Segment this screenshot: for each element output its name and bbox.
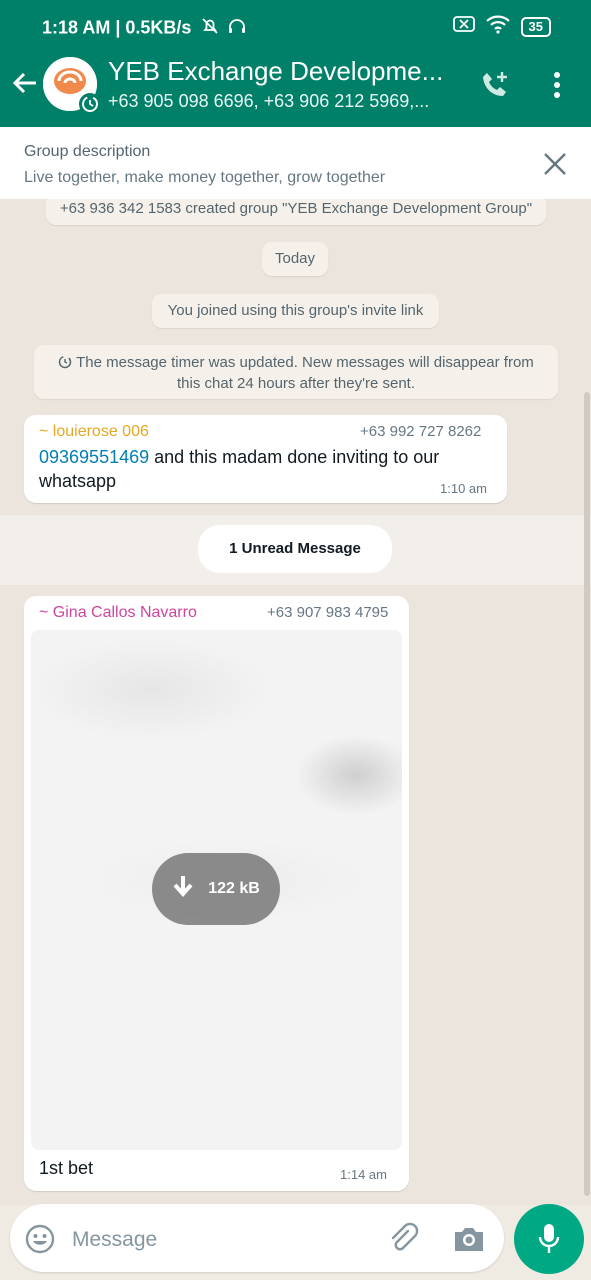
message-bubble[interactable]: ~ louierose 006 +63 992 727 8262 0936955… bbox=[24, 415, 507, 503]
sim-x-icon bbox=[452, 15, 475, 38]
timer-notice-line2: this chat 24 hours after they're sent. bbox=[177, 375, 415, 392]
download-size: 122 kB bbox=[208, 880, 260, 897]
unread-pill: 1 Unread Message bbox=[198, 525, 392, 573]
mic-button[interactable] bbox=[514, 1204, 584, 1274]
bell-off-icon bbox=[200, 16, 220, 41]
battery-icon: 35 bbox=[520, 16, 551, 37]
image-caption: 1st bet bbox=[39, 1158, 94, 1178]
created-notice-text: +63 936 342 1583 created group "YEB Exch… bbox=[59, 200, 533, 217]
message-phone: +63 992 727 8262 bbox=[360, 423, 482, 440]
image-message-bubble[interactable]: ~ Gina Callos Navarro +63 907 983 4795 1… bbox=[24, 596, 409, 1191]
headphones-icon bbox=[227, 16, 247, 41]
back-arrow-icon[interactable] bbox=[10, 68, 40, 98]
camera-icon[interactable] bbox=[452, 1224, 486, 1254]
message-phone: +63 907 983 4795 bbox=[267, 604, 389, 621]
status-time-text: 1:18 AM | 0.5KB/s bbox=[42, 17, 192, 38]
avatar[interactable] bbox=[43, 57, 101, 115]
chat-subtitle[interactable]: +63 905 098 6696, +63 906 212 5969,... bbox=[108, 91, 453, 112]
attach-icon[interactable] bbox=[386, 1222, 420, 1256]
message-time: 1:10 am bbox=[440, 481, 487, 496]
date-chip-text: Today bbox=[274, 250, 316, 267]
chat-area[interactable]: +63 936 342 1583 created group "YEB Exch… bbox=[0, 199, 591, 1205]
message-text: 09369551469 and this madam done inviting… bbox=[39, 445, 494, 493]
message-input[interactable] bbox=[70, 1224, 374, 1256]
emoji-icon[interactable] bbox=[24, 1223, 56, 1255]
download-icon bbox=[172, 874, 194, 905]
joined-notice-text: You joined using this group's invite lin… bbox=[167, 302, 424, 319]
image-thumbnail[interactable]: 122 kB bbox=[31, 630, 402, 1150]
timer-notice-line1: The message timer was updated. New messa… bbox=[76, 354, 534, 371]
joined-notice: You joined using this group's invite lin… bbox=[152, 294, 439, 328]
chat-header: 1:18 AM | 0.5KB/s 35 YEB Exchange Develo… bbox=[0, 0, 591, 127]
message-sender[interactable]: ~ louierose 006 bbox=[39, 423, 149, 441]
close-icon[interactable] bbox=[541, 150, 569, 178]
date-chip: Today bbox=[262, 242, 328, 276]
created-notice: +63 936 342 1583 created group "YEB Exch… bbox=[46, 199, 546, 225]
wifi-icon bbox=[485, 14, 511, 39]
group-description-banner[interactable]: Group description Live together, make mo… bbox=[0, 127, 591, 199]
status-bar: 1:18 AM | 0.5KB/s 35 bbox=[0, 0, 591, 54]
download-button[interactable]: 122 kB bbox=[152, 853, 280, 925]
disappearing-timer-badge bbox=[79, 93, 101, 115]
message-sender[interactable]: ~ Gina Callos Navarro bbox=[39, 604, 197, 622]
scrollbar[interactable] bbox=[584, 392, 590, 1196]
description-text: Live together, make money together, grow… bbox=[24, 169, 386, 186]
timer-icon bbox=[58, 355, 72, 374]
phone-link[interactable]: 09369551469 bbox=[39, 447, 149, 467]
chat-title[interactable]: YEB Exchange Developme... bbox=[108, 56, 453, 87]
unread-label: 1 Unread Message bbox=[229, 540, 361, 557]
status-time: 1:18 AM | 0.5KB/s bbox=[42, 16, 247, 41]
mic-icon bbox=[537, 1222, 561, 1261]
description-label: Group description bbox=[24, 143, 151, 160]
timer-notice: The message timer was updated. New messa… bbox=[34, 345, 558, 399]
message-composer bbox=[10, 1204, 504, 1272]
add-call-icon[interactable] bbox=[478, 68, 512, 102]
status-icons: 35 bbox=[452, 14, 551, 39]
message-time: 1:14 am bbox=[340, 1167, 387, 1182]
more-vert-icon[interactable] bbox=[547, 70, 567, 100]
